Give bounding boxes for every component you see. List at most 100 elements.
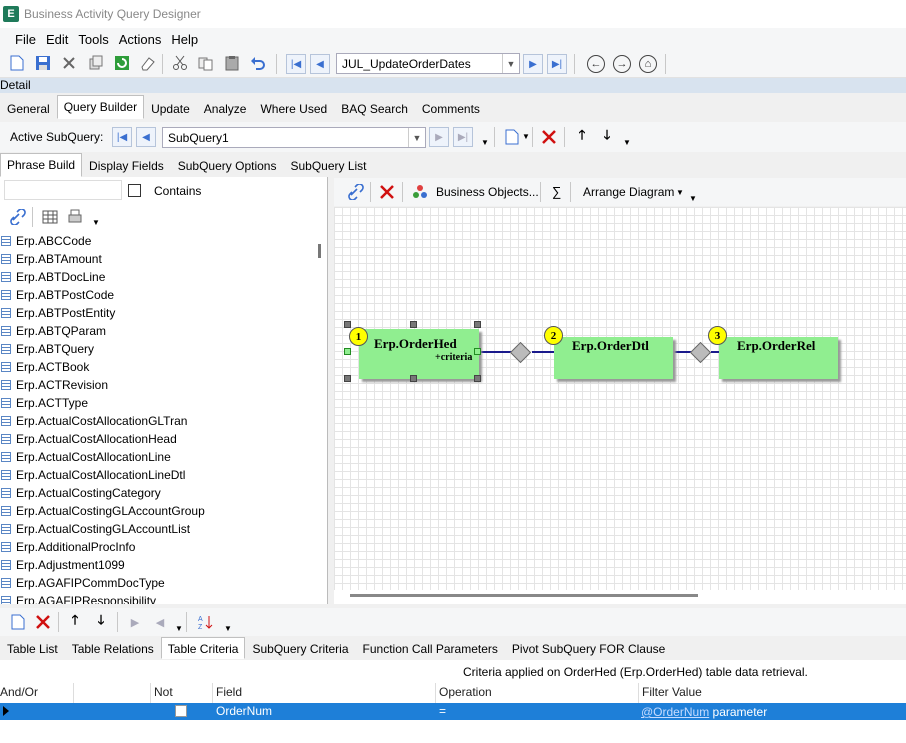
list-item[interactable]: Erp.AGAFIPCommDocType [0,574,318,592]
resize-handle[interactable] [474,348,481,355]
table-search-input[interactable] [4,180,122,200]
table-node-orderhed[interactable]: Erp.OrderHed +criteria [359,329,479,379]
list-item[interactable]: Erp.ABCCode [0,232,318,250]
new-criteria-icon[interactable] [8,612,28,632]
next-record-icon[interactable]: ▶ [523,54,543,74]
sort-az-icon[interactable]: AZ [196,612,216,632]
resize-handle[interactable] [344,321,351,328]
list-item[interactable]: Erp.ActualCostingCategory [0,484,318,502]
active-subquery-combo[interactable]: SubQuery1 ▼ [162,127,426,148]
menu-help[interactable]: Help [166,32,203,47]
chevron-down-icon[interactable]: ▼ [408,128,425,147]
column-header-filter-value[interactable]: Filter Value [642,685,702,699]
tab-where-used[interactable]: Where Used [253,97,334,119]
copy-icon[interactable] [196,53,216,73]
tab-update[interactable]: Update [144,97,197,119]
tab-function-call-parameters[interactable]: Function Call Parameters [356,637,505,659]
tab-analyze[interactable]: Analyze [197,97,254,119]
previous-icon[interactable]: ◀ [150,612,170,632]
tab-general[interactable]: General [0,97,57,119]
relation-diamond-icon[interactable] [689,341,712,364]
first-record-icon[interactable]: |◀ [286,54,306,74]
tab-subquery-criteria[interactable]: SubQuery Criteria [245,637,355,659]
tab-query-builder[interactable]: Query Builder [56,95,145,119]
move-down-icon[interactable]: 🡓 [91,612,111,632]
delete-subquery-icon[interactable] [539,127,559,147]
list-item[interactable]: Erp.ACTType [0,394,318,412]
list-item[interactable]: Erp.ABTQParam [0,322,318,340]
tab-table-relations[interactable]: Table Relations [65,637,161,659]
tab-comments[interactable]: Comments [415,97,487,119]
list-item[interactable]: Erp.ActualCostAllocationLineDtl [0,466,318,484]
resize-handle[interactable] [474,375,481,382]
list-item[interactable]: Erp.ABTPostCode [0,286,318,304]
column-header-operation[interactable]: Operation [439,685,492,699]
move-up-icon[interactable]: 🡑 [572,127,592,147]
arrange-dropdown-icon[interactable]: ▼ [676,188,684,197]
resize-handle[interactable] [410,321,417,328]
clear-icon[interactable] [138,53,158,73]
link-icon[interactable] [8,207,28,227]
delete-criteria-icon[interactable] [33,612,53,632]
move-up-icon[interactable]: 🡑 [65,612,85,632]
back-icon[interactable]: ← [587,55,605,73]
list-item[interactable]: Erp.ActualCostAllocationLine [0,448,318,466]
tab-subquery-list[interactable]: SubQuery List [283,154,373,176]
next-icon[interactable]: ▶ [125,612,145,632]
resize-handle[interactable] [410,375,417,382]
column-header-not[interactable]: Not [154,685,173,699]
menu-file[interactable]: File [10,32,41,47]
relation-diamond-icon[interactable] [509,341,532,364]
list-item[interactable]: Erp.ABTQuery [0,340,318,358]
last-subquery-icon[interactable]: ▶| [453,127,473,147]
diagram-horizontal-scrollbar[interactable] [350,594,698,597]
paste-icon[interactable] [222,53,242,73]
tab-phrase-build[interactable]: Phrase Build [0,153,83,177]
delete-table-icon[interactable] [377,182,397,202]
summary-icon[interactable]: ∑ [552,184,561,199]
link-icon[interactable] [346,182,366,202]
cut-icon[interactable] [170,53,190,73]
tab-subquery-options[interactable]: SubQuery Options [171,154,284,176]
resize-handle[interactable] [474,321,481,328]
save-icon[interactable] [33,53,53,73]
contains-checkbox[interactable] [128,184,141,197]
business-objects-button[interactable]: Business Objects... [436,185,539,199]
list-item[interactable]: Erp.ACTBook [0,358,318,376]
previous-subquery-icon[interactable]: ◀ [136,127,156,147]
column-header-field[interactable]: Field [216,685,242,699]
table-node-orderrel[interactable]: Erp.OrderRel [719,337,838,379]
new-icon[interactable] [7,53,27,73]
undo-icon[interactable] [248,53,268,73]
delete-icon[interactable] [59,53,79,73]
table-list-scrollbar[interactable] [318,244,321,258]
table-icon[interactable] [40,207,60,227]
list-item[interactable]: Erp.ACTRevision [0,376,318,394]
list-item[interactable]: Erp.ActualCostAllocationGLTran [0,412,318,430]
list-item[interactable]: Erp.ABTDocLine [0,268,318,286]
menu-actions[interactable]: Actions [114,32,167,47]
chevron-down-icon[interactable]: ▼ [502,54,519,73]
previous-record-icon[interactable]: ◀ [310,54,330,74]
home-icon[interactable]: ⌂ [639,55,657,73]
column-header-and-or[interactable]: And/Or [0,685,38,699]
resize-handle[interactable] [344,375,351,382]
next-subquery-icon[interactable]: ▶ [429,127,449,147]
print-icon[interactable] [65,207,85,227]
list-item[interactable]: Erp.ABTPostEntity [0,304,318,322]
refresh-icon[interactable] [112,53,132,73]
list-item[interactable]: Erp.ActualCostingGLAccountList [0,520,318,538]
list-item[interactable]: Erp.AdditionalProcInfo [0,538,318,556]
move-down-icon[interactable]: 🡓 [597,127,617,147]
business-objects-icon[interactable] [410,182,430,202]
list-item[interactable]: Erp.Adjustment1099 [0,556,318,574]
parameter-link[interactable]: @OrderNum [641,705,709,719]
duplicate-icon[interactable] [86,53,106,73]
query-id-combo[interactable]: JUL_UpdateOrderDates ▼ [336,53,520,74]
tab-table-list[interactable]: Table List [0,637,65,659]
not-checkbox[interactable] [175,705,187,717]
menu-tools[interactable]: Tools [73,32,113,47]
first-subquery-icon[interactable]: |◀ [112,127,132,147]
list-item[interactable]: Erp.ActualCostingGLAccountGroup [0,502,318,520]
tab-display-fields[interactable]: Display Fields [82,154,171,176]
